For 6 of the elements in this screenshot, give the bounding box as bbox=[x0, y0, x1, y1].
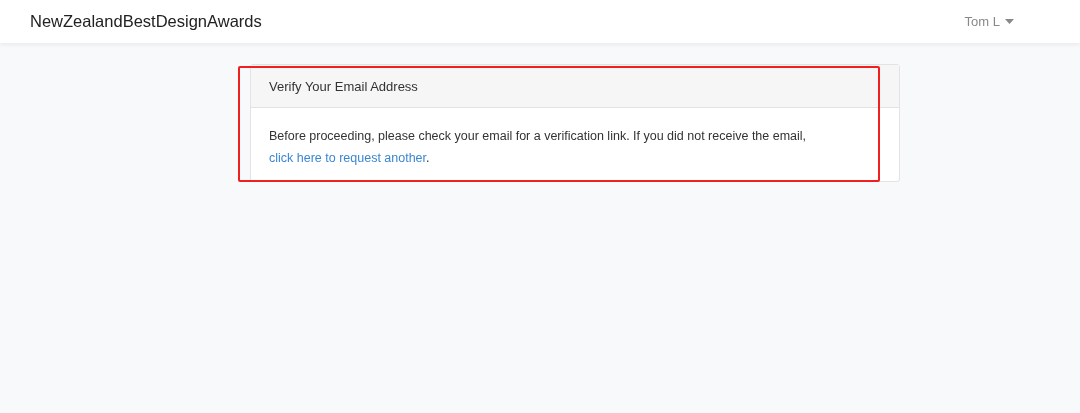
card-title: Verify Your Email Address bbox=[269, 78, 418, 94]
brand-link[interactable]: NewZealandBestDesignAwards bbox=[30, 12, 262, 31]
caret-icon bbox=[1005, 19, 1014, 24]
verification-message: Before proceeding, please check your email for a verification link. If you did not receive the email, click here to request another. bbox=[269, 128, 808, 167]
request-another-link[interactable]: click here to request another bbox=[269, 151, 427, 165]
user-menu-toggle[interactable]: Tom L bbox=[964, 14, 1014, 29]
